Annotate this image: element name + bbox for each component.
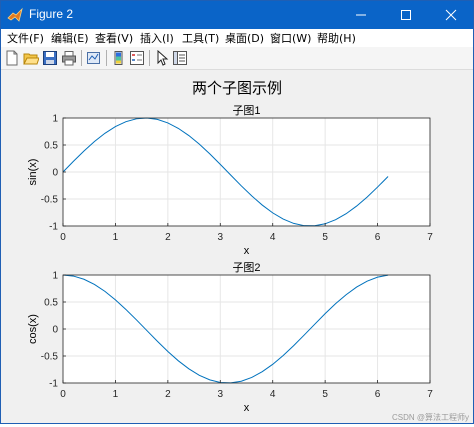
subplot1-x-tick-label: 4 (270, 232, 276, 243)
subplot2-x-tick-label: 1 (113, 389, 119, 400)
figure-plot-area: 两个子图示例 CSDN @算法工程师y 0 1 2 3 4 5 6 7 -1 -0.5 0 0.5 1 子… (27, 80, 469, 422)
maximize-button[interactable] (383, 1, 428, 29)
property-inspector-button[interactable] (171, 49, 189, 67)
subplot1-x-tick-label: 1 (113, 232, 119, 243)
subplot1-y-tick-label: -1 (49, 222, 58, 233)
close-icon (445, 9, 456, 21)
toolbar-separator (106, 50, 107, 66)
subplot1-y-tick-label: 0 (52, 168, 58, 179)
menu-tools[interactable]: 工具(T) (182, 30, 219, 46)
insert-colorbar-button[interactable] (110, 49, 128, 67)
new-figure-button[interactable] (3, 49, 21, 67)
subplot2-x-tick-label: 0 (60, 389, 66, 400)
menu-insert[interactable]: 插入(I) (140, 30, 174, 46)
subplot2-y-tick-label: -1 (49, 379, 58, 390)
pointer-button[interactable] (153, 49, 171, 67)
insert-colorbar-icon (114, 51, 123, 65)
menu-view[interactable]: 查看(V) (95, 30, 133, 46)
subplot1-y-tick-label: 0.5 (44, 141, 58, 152)
menu-window[interactable]: 窗口(W) (270, 30, 311, 46)
subplot2-x-tick-label: 2 (165, 389, 171, 400)
matlab-app-icon (7, 7, 23, 22)
subplot2-y-tick-label: 1 (52, 271, 58, 282)
toolbar-separator (81, 50, 82, 66)
subplot1-y-axis-label: sin(x) (27, 159, 39, 186)
insert-legend-icon (130, 51, 144, 65)
menu-bar: 文件(F) 编辑(E) 查看(V) 插入(I) 工具(T) 桌面(D) 窗口(W… (1, 29, 473, 47)
subplot1-x-tick-label: 7 (427, 232, 433, 243)
subplot1-x-axis-label: x (244, 245, 250, 257)
subplot2-x-tick-label: 5 (322, 389, 328, 400)
subplot2-x-tick-label: 3 (218, 389, 224, 400)
menu-file[interactable]: 文件(F) (7, 30, 44, 46)
toolbar-separator (149, 50, 150, 66)
subplot1-y-tick-label: 1 (52, 114, 58, 125)
subplot2-y-axis-label: cos(x) (27, 314, 39, 344)
figure-window: Figure 2 文件(F) 编辑(E) 查看(V) 插入(I) 工具(T) 桌… (0, 0, 474, 424)
subplot1-x-tick-label: 2 (165, 232, 171, 243)
open-file-icon (23, 53, 39, 65)
save-button[interactable] (41, 49, 59, 67)
subplot2-x-tick-label: 4 (270, 389, 276, 400)
print-button[interactable] (60, 49, 78, 67)
property-inspector-icon (173, 51, 187, 65)
pointer-icon (157, 50, 169, 66)
save-icon (43, 51, 57, 65)
subplot1-x-tick-label: 0 (60, 232, 66, 243)
figure-toolbar (1, 47, 473, 70)
print-icon (62, 51, 76, 66)
minimize-icon (355, 14, 366, 16)
subplot1-x-tick-label: 5 (322, 232, 328, 243)
subplot1-x-tick-label: 6 (375, 232, 381, 243)
new-figure-icon (6, 50, 18, 66)
open-file-button[interactable] (22, 49, 40, 67)
window-title: Figure 2 (29, 7, 74, 21)
csdn-watermark: CSDN @算法工程师y (392, 412, 469, 422)
subplot2-x-axis-label: x (244, 402, 250, 414)
subplot1-y-tick-label: -0.5 (41, 195, 59, 206)
menu-desktop[interactable]: 桌面(D) (225, 30, 264, 46)
title-bar: Figure 2 (1, 1, 473, 29)
subplot2-y-tick-label: 0.5 (44, 298, 58, 309)
subplot2-x-tick-label: 6 (375, 389, 381, 400)
link-plot-icon (87, 52, 100, 64)
link-plot-button[interactable] (85, 49, 103, 67)
subplot2-x-tick-label: 7 (427, 389, 433, 400)
subplot1-x-tick-label: 3 (218, 232, 224, 243)
menu-help[interactable]: 帮助(H) (317, 30, 356, 46)
minimize-button[interactable] (338, 1, 383, 29)
subplot2-y-tick-label: 0 (52, 325, 58, 336)
figure-suptitle: 两个子图示例 (192, 80, 282, 97)
subplot2-title: 子图2 (232, 261, 260, 274)
insert-legend-button[interactable] (128, 49, 146, 67)
menu-edit[interactable]: 编辑(E) (51, 30, 89, 46)
figure-canvas: 两个子图示例 CSDN @算法工程师y 0 1 2 3 4 5 6 7 -1 -0.5 0 0.5 1 子… (1, 70, 473, 423)
close-button[interactable] (428, 1, 473, 29)
subplot2-y-tick-label: -0.5 (41, 352, 59, 363)
maximize-icon (400, 10, 411, 20)
subplot1-title: 子图1 (232, 104, 260, 117)
